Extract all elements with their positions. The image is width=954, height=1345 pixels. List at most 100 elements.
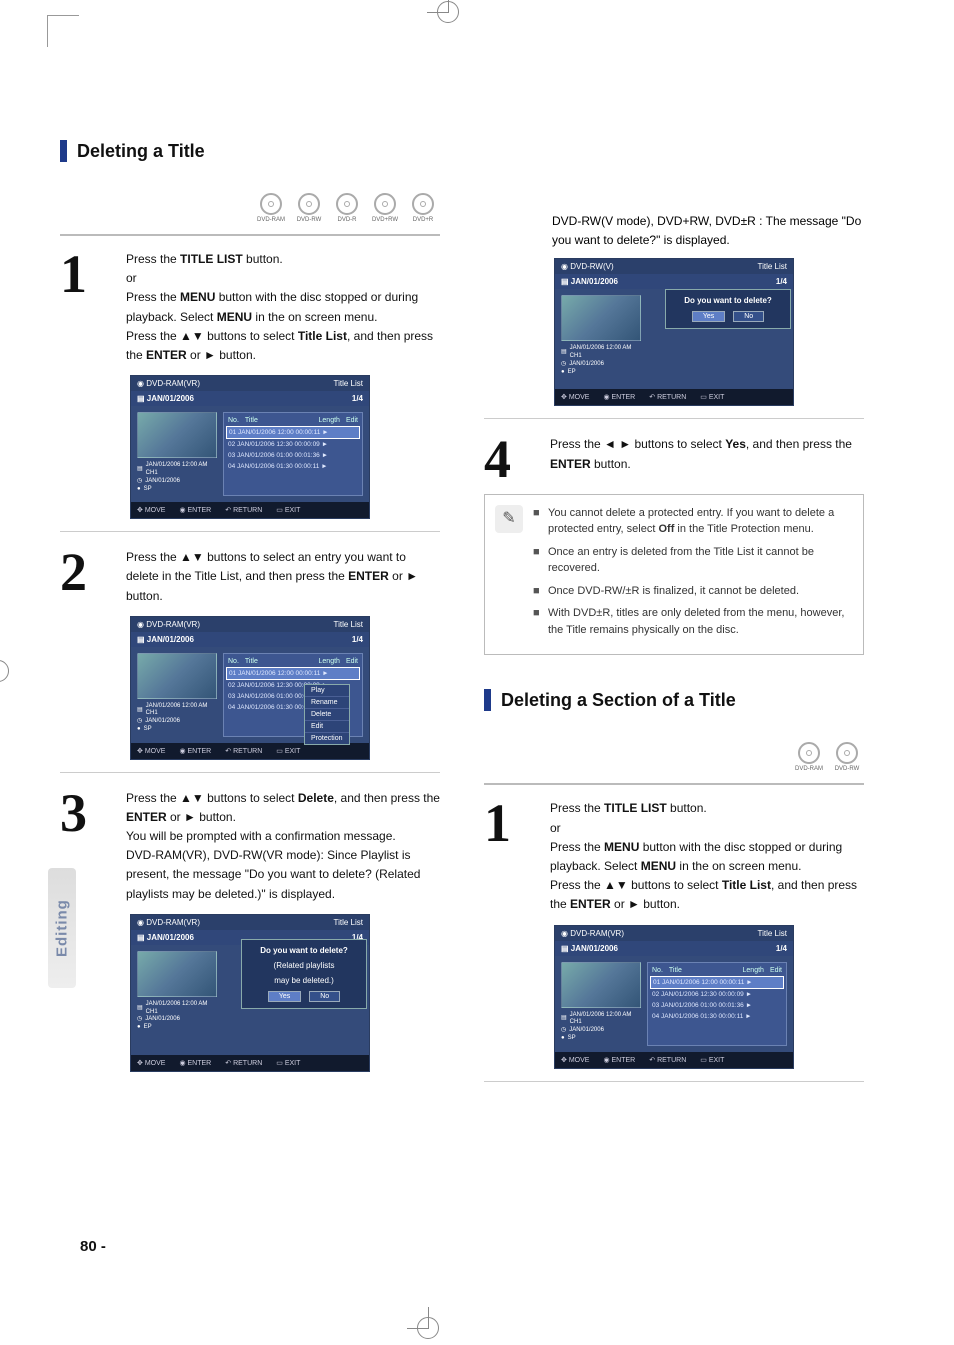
ss-body: ▤JAN/01/2006 12:00 AM CH1 ◷JAN/01/2006 ●… [131,945,369,1055]
ss-bottom-bar: ✥ MOVE ◉ ENTER ↶ RETURN ▭ EXIT [131,502,369,518]
no-button[interactable]: No [309,991,340,1002]
page-number: 80 - [80,1238,106,1255]
ss-index: 1/4 [352,635,363,644]
step-1-section2: 1 Press the TITLE LIST button. or Press … [484,799,864,914]
title-list-screenshot-last: ◉ DVD-RAM(VR)Title List ▤ JAN/01/20061/4… [554,925,794,1069]
menu-item-play[interactable]: Play [305,685,349,697]
page-root: Deleting a Title DVD-RAM DVD-RW DVD-R DV… [0,0,954,1345]
ss-left-panel: ▤JAN/01/2006 12:00 AM CH1 ◷JAN/01/2006 ●… [137,951,217,1049]
ss-meta: ▤JAN/01/2006 12:00 AM CH1 ◷JAN/01/2006 ●… [137,462,217,493]
step-2: 2 Press the ▲▼ buttons to select an entr… [60,548,440,606]
menu-item-protection[interactable]: Protection [305,733,349,744]
delete-confirm-dialog-simple: Do you want to delete? Yes No [665,289,791,329]
ss-thumbnail [561,295,641,341]
step-text: Press the TITLE LIST button. or Press th… [126,250,440,365]
rec-icon: ● [137,486,141,494]
divider [60,234,440,236]
t: ▲▼ [180,329,204,343]
bullet: ■ [533,583,540,600]
section-deleting-title: Deleting a Title [60,140,894,162]
clock-icon: ◷ [137,478,142,486]
ss-date: ▤ JAN/01/2006 [137,635,194,644]
step-number: 2 [60,548,110,606]
move-icon: ✥ [137,507,143,514]
t: Title List [298,329,347,343]
ss-body: ▤JAN/01/2006 12:00 AM CH1 ◷JAN/01/2006 ●… [131,647,369,743]
disc-icon: DVD+R [406,188,440,228]
disc-label: DVD-RW [297,217,322,223]
divider [484,783,864,785]
ss-list-row[interactable]: 04 JAN/01/2006 01:30 00:00:11 ► [226,461,360,472]
dialog-question: Do you want to delete? [672,296,784,305]
menu-item-delete[interactable]: Delete [305,709,349,721]
menu-item-rename[interactable]: Rename [305,697,349,709]
section-deleting-section: Deleting a Section of a Title [484,689,864,711]
t: MENU [217,310,252,324]
enter-icon: ◉ [179,507,185,514]
note-text: You cannot delete a protected entry. If … [548,505,853,538]
crop-mark-top-left [47,15,79,47]
disc-icons-row: DVD-RAM DVD-RW DVD-R DVD+RW DVD+R [60,188,440,228]
ss-date: ▤ JAN/01/2006 [561,944,618,953]
ss-list-row[interactable]: 01 JAN/01/2006 12:00 00:00:11 ► [226,667,360,680]
ss-list-panel: No.TitleLengthEdit 01 JAN/01/2006 12:00 … [647,962,787,1046]
step-text: Press the ◄ ► buttons to select Yes, and… [550,435,864,484]
t: in the on screen menu. [252,310,377,324]
ss-list-header: No.TitleLengthEdit [226,415,360,426]
t: or [187,348,204,362]
ss-title: Title List [334,918,364,927]
ss-list-row[interactable]: 02 JAN/01/2006 12:30 00:00:09 ► [650,989,784,1000]
yes-button[interactable]: Yes [692,311,725,322]
ss-date: ▤ JAN/01/2006 [561,277,618,286]
disc-label: DVD+RW [372,217,398,223]
disc-label: DVD-RAM [795,766,823,772]
dialog-question: Do you want to delete? [248,946,360,955]
crop-mark-bottom-center [417,1317,443,1343]
t: ENTER [146,348,187,362]
title-list-screenshot-3: ◉ DVD-RAM(VR)Title List ▤ JAN/01/20061/4… [130,914,370,1072]
section-mark [60,140,67,162]
title-list-screenshot-1: ◉ DVD-RAM(VR)Title List ▤ JAN/01/20061/4… [130,375,370,519]
title-list-screenshot-top-right: ◉ DVD-RW(V)Title List ▤ JAN/01/20061/4 ▤… [554,258,794,406]
disc-icon: DVD-R [330,188,364,228]
step-number: 1 [484,799,534,914]
right-intro-text: DVD-RW(V mode), DVD+RW, DVD±R : The mess… [552,212,864,250]
ss-index: 1/4 [352,394,363,403]
menu-item-edit[interactable]: Edit [305,721,349,733]
dialog-subtext: (Related playlists [248,961,360,970]
t: ► [204,348,216,362]
list-icon: ▤ [137,394,145,403]
ss-list-row[interactable]: 03 JAN/01/2006 01:00 00:01:36 ► [650,1000,784,1011]
yes-button[interactable]: Yes [268,991,301,1002]
ss-topbar: ◉ DVD-RAM(VR)Title List [131,376,369,391]
t: MENU [180,290,215,304]
ss-thumbnail [137,412,217,458]
ss-topbar: ◉ DVD-RAM(VR)Title List [131,617,369,632]
ss-list-row[interactable]: 03 JAN/01/2006 01:00 00:01:36 ► [226,450,360,461]
divider [60,531,440,532]
t: TITLE LIST [180,252,243,266]
note-text: With DVD±R, titles are only deleted from… [548,605,853,638]
ss-list-row[interactable]: 01 JAN/01/2006 12:00 00:00:11 ► [650,976,784,989]
ss-bottom-bar: ✥ MOVE ◉ ENTER ↶ RETURN ▭ EXIT [555,389,793,405]
ss-left-panel: ▤JAN/01/2006 12:00 AM CH1 ◷JAN/01/2006 ●… [561,962,641,1046]
ss-thumbnail [561,962,641,1008]
ss-list-row[interactable]: 01 JAN/01/2006 12:00 00:00:11 ► [226,426,360,439]
section-title-text: Deleting a Title [77,141,205,162]
note-text: Once an entry is deleted from the Title … [548,544,853,577]
ss-disc-type: DVD-RAM(VR) [146,379,200,388]
note-icon: ✎ [495,505,523,533]
bullet: ■ [533,605,540,638]
sidebar-tab-editing: Editing [48,868,76,988]
ss-list-row[interactable]: 02 JAN/01/2006 12:30 00:00:09 ► [226,439,360,450]
ss-disc-type: DVD-RW(V) [570,262,613,271]
bullet: ■ [533,544,540,577]
ss-thumbnail [137,653,217,699]
ss-list-row[interactable]: 04 JAN/01/2006 01:30 00:00:11 ► [650,1011,784,1022]
no-button[interactable]: No [733,311,764,322]
ss-meta: ▤JAN/01/2006 12:00 AM CH1 ◷JAN/01/2006 ●… [137,1001,217,1032]
divider [60,772,440,773]
ss-topbar2: ▤ JAN/01/20061/4 [131,391,369,406]
list-icon: ▤ [137,466,143,474]
divider [484,418,864,419]
